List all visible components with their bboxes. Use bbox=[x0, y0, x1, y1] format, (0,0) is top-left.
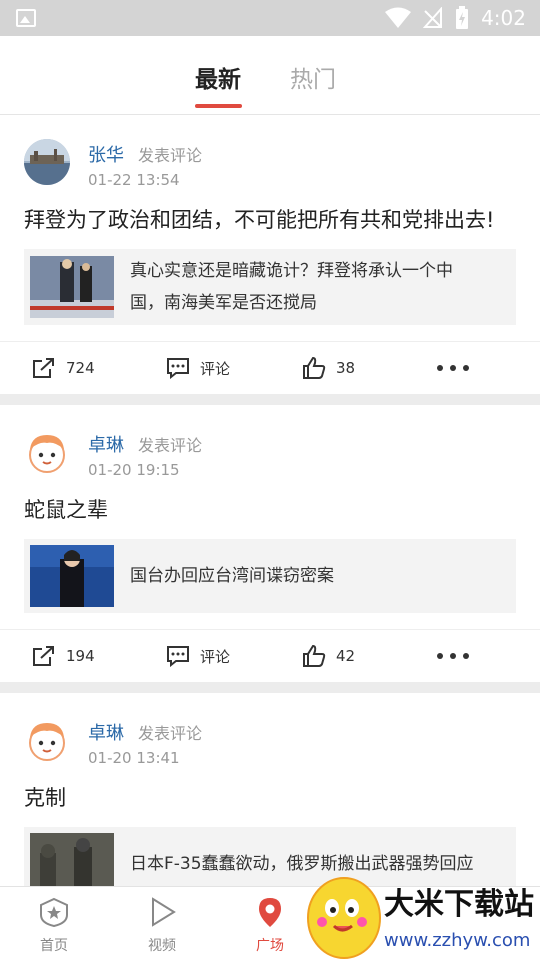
share-icon bbox=[33, 646, 54, 666]
battery-charging-icon bbox=[456, 6, 469, 29]
home-badge-icon bbox=[40, 897, 68, 928]
tab-indicator bbox=[195, 104, 242, 108]
no-signal-icon bbox=[423, 7, 443, 28]
comment-button[interactable]: 评论 bbox=[166, 645, 230, 667]
more-dots-icon bbox=[437, 653, 469, 659]
comment-label: 评论 bbox=[200, 359, 231, 378]
share-button[interactable]: 194 bbox=[32, 645, 95, 667]
avatar[interactable] bbox=[24, 717, 70, 763]
more-button[interactable] bbox=[436, 364, 470, 372]
nav-home[interactable]: 首页 bbox=[14, 897, 94, 955]
post-time: 01-20 19:15 bbox=[88, 461, 180, 479]
author-name[interactable]: 卓琳 bbox=[88, 719, 124, 745]
comment-button[interactable]: 评论 bbox=[166, 357, 230, 379]
comment-icon bbox=[167, 358, 189, 379]
comment-label: 评论 bbox=[200, 647, 231, 666]
clock: 4:02 bbox=[481, 6, 526, 30]
comment-text: 拜登为了政治和团结，不可能把所有共和党排出去! bbox=[24, 208, 495, 232]
article-thumbnail bbox=[30, 256, 114, 318]
author-name[interactable]: 卓琳 bbox=[88, 431, 124, 457]
post-actions: 724 评论 38 bbox=[0, 341, 540, 394]
post-action-label: 发表评论 bbox=[138, 724, 203, 743]
more-button[interactable] bbox=[436, 652, 470, 660]
post-time: 01-20 13:41 bbox=[88, 749, 180, 767]
avatar[interactable] bbox=[24, 429, 70, 475]
feed-list: 张华 发表评论 01-22 13:54 拜登为了政治和团结，不可能把所有共和党排… bbox=[0, 115, 540, 901]
post-card[interactable]: 卓琳 发表评论 01-20 19:15 蛇鼠之辈 国台办回应台湾间谍窃密案 19… bbox=[0, 405, 540, 682]
post-actions: 194 评论 42 bbox=[0, 629, 540, 682]
thumbs-up-icon bbox=[303, 356, 326, 379]
location-pin-icon bbox=[259, 898, 281, 927]
linked-article[interactable]: 真心实意还是暗藏诡计？拜登将承认一个中 国，南海美军是否还搅局 bbox=[24, 249, 516, 325]
more-dots-icon bbox=[437, 365, 469, 371]
image-notification-icon bbox=[16, 9, 36, 27]
like-count: 38 bbox=[336, 359, 356, 377]
comment-text: 蛇鼠之辈 bbox=[24, 498, 108, 522]
post-time: 01-22 13:54 bbox=[88, 171, 180, 189]
share-count: 724 bbox=[66, 359, 95, 377]
comment-text: 克制 bbox=[24, 786, 66, 810]
like-count: 42 bbox=[336, 647, 356, 665]
article-title: 国台办回应台湾间谍窃密案 bbox=[130, 566, 334, 586]
watermark-url: www.zzhyw.com bbox=[384, 930, 530, 951]
share-icon bbox=[33, 358, 54, 378]
like-button[interactable]: 42 bbox=[302, 644, 355, 668]
watermark-logo: 大米下载站 www.zzhyw.com bbox=[296, 862, 540, 960]
wifi-icon bbox=[385, 7, 412, 28]
watermark-brand: 大米下载站 bbox=[384, 887, 534, 922]
avatar[interactable] bbox=[24, 139, 70, 185]
post-action-label: 发表评论 bbox=[138, 146, 203, 165]
thumbs-up-icon bbox=[303, 644, 326, 667]
article-title: 真心实意还是暗藏诡计？拜登将承认一个中 国，南海美军是否还搅局 bbox=[130, 261, 453, 313]
status-bar: 4:02 bbox=[0, 0, 540, 36]
divider bbox=[0, 682, 540, 693]
author-name[interactable]: 张华 bbox=[88, 141, 124, 167]
comment-icon bbox=[167, 646, 189, 667]
divider bbox=[0, 394, 540, 405]
linked-article[interactable]: 国台办回应台湾间谍窃密案 bbox=[24, 539, 516, 613]
tab-latest[interactable]: 最新 bbox=[195, 60, 241, 94]
play-icon bbox=[152, 897, 176, 927]
article-thumbnail bbox=[30, 545, 114, 607]
like-button[interactable]: 38 bbox=[302, 356, 355, 380]
top-tabs: 最新 热门 bbox=[0, 36, 540, 115]
share-button[interactable]: 724 bbox=[32, 357, 95, 379]
tab-hot[interactable]: 热门 bbox=[290, 60, 336, 94]
share-count: 194 bbox=[66, 647, 95, 665]
post-action-label: 发表评论 bbox=[138, 436, 203, 455]
nav-video[interactable]: 视频 bbox=[122, 897, 202, 955]
post-card[interactable]: 张华 发表评论 01-22 13:54 拜登为了政治和团结，不可能把所有共和党排… bbox=[0, 115, 540, 394]
